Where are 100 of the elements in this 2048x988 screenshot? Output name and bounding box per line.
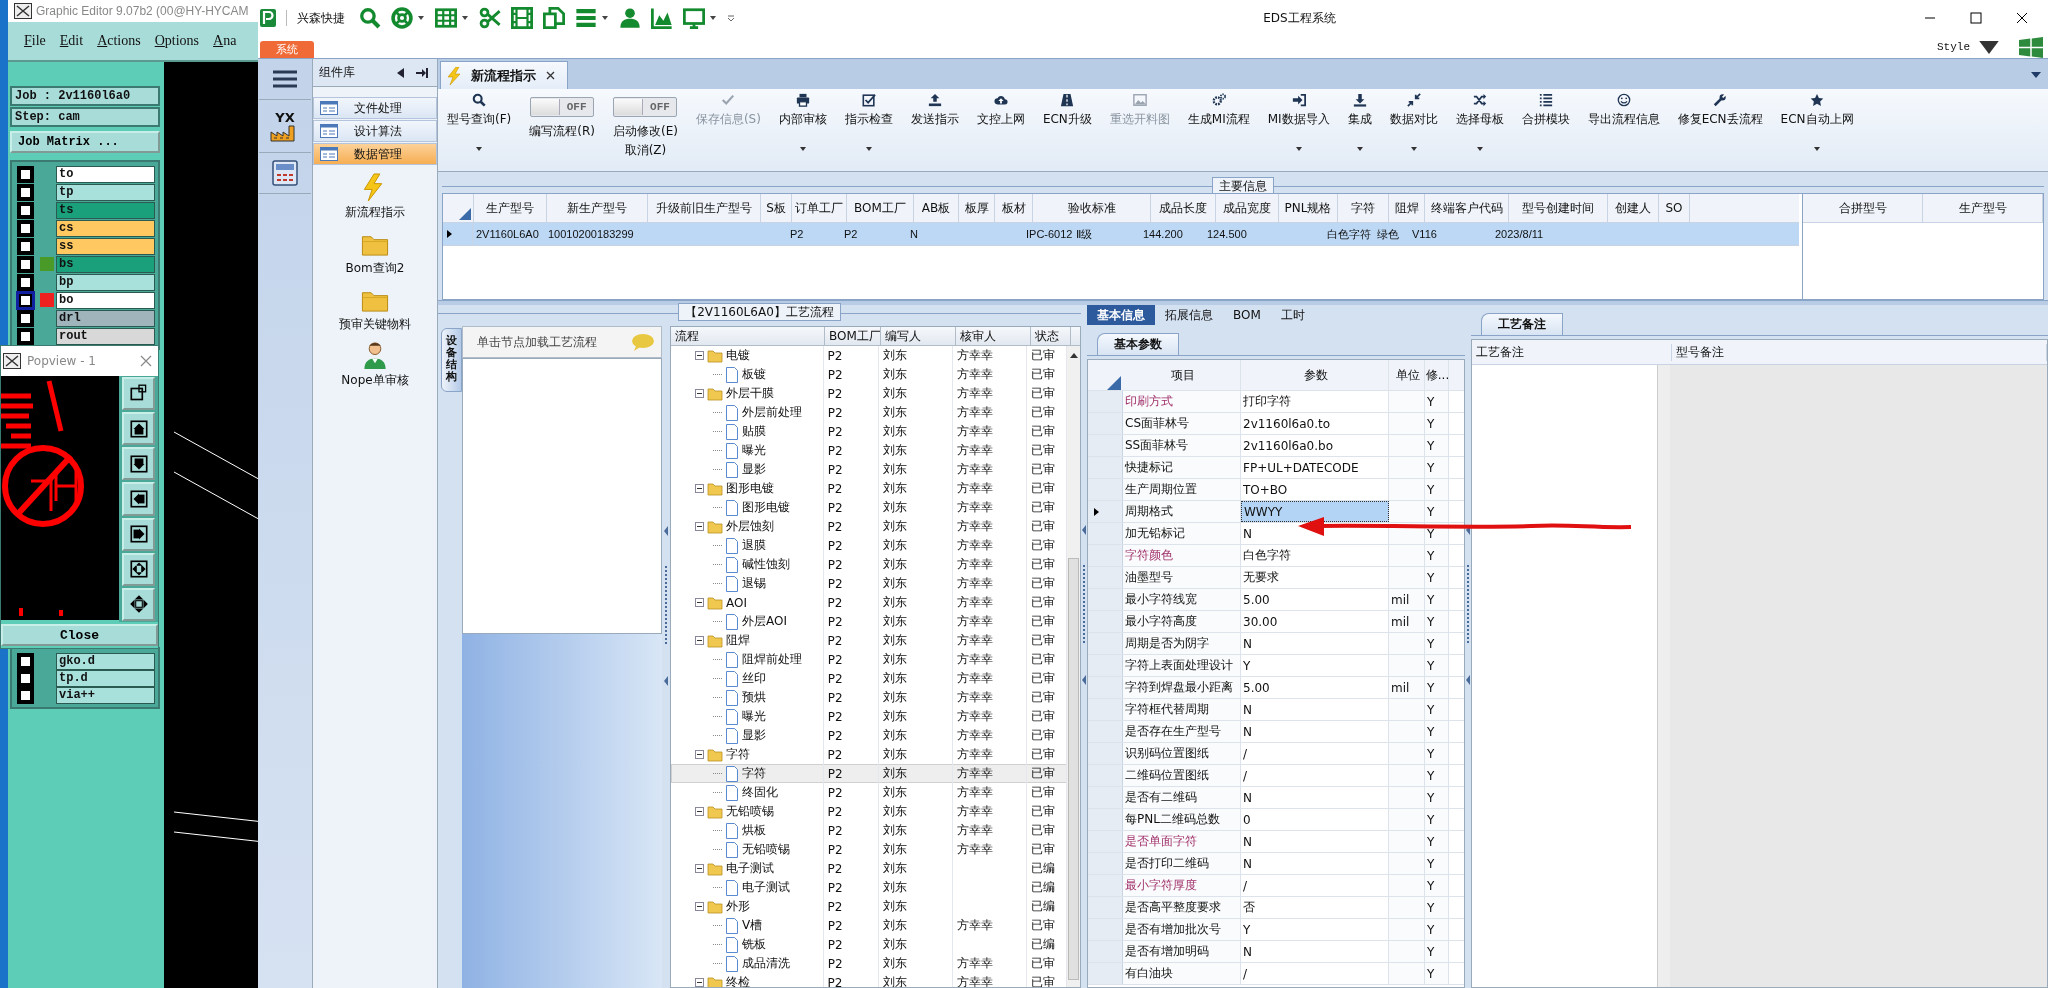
tree-row[interactable]: AOI P2 刘东 方幸幸 已审 <box>671 593 1067 612</box>
tree-row[interactable]: 外层干膜 P2 刘东 方幸幸 已审 <box>671 384 1067 403</box>
tool-button[interactable] <box>122 447 155 481</box>
menu-item[interactable]: File <box>24 33 46 49</box>
collapse-icon[interactable] <box>695 484 704 493</box>
layer-row[interactable]: drl <box>15 310 155 326</box>
ribbon-button[interactable]: 生成MI流程 <box>1178 89 1259 171</box>
ribbon-button[interactable]: 选择母板 <box>1446 89 1513 171</box>
table-row[interactable]: 周期是否为阴字 N Y <box>1088 633 1464 655</box>
collapse-icon[interactable] <box>695 807 704 816</box>
tree-row[interactable]: 电子测试 P2 刘东 已编 <box>671 859 1067 878</box>
side-tab[interactable]: 设备结构 <box>441 328 462 392</box>
layer-row[interactable]: ts <box>15 202 155 218</box>
tree-row[interactable]: 丝印 P2 刘东 方幸幸 已审 <box>671 669 1067 688</box>
copy-icon[interactable] <box>543 7 565 29</box>
column-header[interactable]: 升级前旧生产型号 <box>648 194 761 222</box>
layer-row[interactable]: ss <box>15 238 155 254</box>
tool-button[interactable] <box>122 412 155 446</box>
collapse-icon[interactable] <box>695 902 704 911</box>
caret-icon[interactable] <box>601 15 609 21</box>
ribbon-button[interactable]: ECN自动上网 <box>1771 89 1863 171</box>
table-row[interactable]: 最小字符高度 30.00 mil Y <box>1088 611 1464 633</box>
tree-row[interactable]: 成品清洗 P2 刘东 方幸幸 已审 <box>671 954 1067 973</box>
panel-group[interactable]: 设计算法 <box>313 120 437 142</box>
tree-row[interactable]: 显影 P2 刘东 方幸幸 已审 <box>671 726 1067 745</box>
layer-name[interactable]: bo <box>56 291 155 309</box>
column-header[interactable]: 工艺备注 <box>1472 343 1672 361</box>
layer-checkbox[interactable] <box>19 654 32 668</box>
collapse-icon[interactable] <box>695 864 704 873</box>
column-header[interactable]: 流程 <box>671 327 825 345</box>
tree-row[interactable]: 阻焊 P2 刘东 方幸幸 已审 <box>671 631 1067 650</box>
layer-checkbox[interactable] <box>19 221 32 235</box>
table-row[interactable]: 字符上表面处理设计 Y Y <box>1088 655 1464 677</box>
panel-item[interactable]: 预审关键物料 <box>313 285 437 333</box>
tree-row[interactable]: 预烘 P2 刘东 方幸幸 已审 <box>671 688 1067 707</box>
panel-item[interactable]: 新流程指示 <box>313 173 437 221</box>
tab[interactable]: 基本参数 <box>1097 333 1179 355</box>
windows-logo-icon[interactable] <box>2018 36 2044 58</box>
tool-button[interactable] <box>122 552 155 586</box>
tree-row[interactable]: 字符 P2 刘东 方幸幸 已审 <box>671 764 1067 783</box>
panel-group[interactable]: 数据管理 <box>313 143 437 165</box>
layer-row[interactable]: tp <box>15 184 155 200</box>
tool-button[interactable] <box>122 482 155 516</box>
tree-row[interactable]: 曝光 P2 刘东 方幸幸 已审 <box>671 441 1067 460</box>
caret-icon[interactable] <box>709 15 717 21</box>
table-row[interactable]: 是否存在生产型号 N Y <box>1088 721 1464 743</box>
layer-checkbox[interactable] <box>19 203 32 217</box>
column-header[interactable]: 成品长度 <box>1151 194 1216 222</box>
tree-row[interactable]: 阻焊前处理 P2 刘东 方幸幸 已审 <box>671 650 1067 669</box>
tree-row[interactable]: 终固化 P2 刘东 方幸幸 已审 <box>671 783 1067 802</box>
layer-row[interactable]: bp <box>15 274 155 290</box>
layer-name[interactable]: cs <box>56 219 155 237</box>
column-header[interactable]: 型号创建时间 <box>1509 194 1608 222</box>
column-header[interactable]: 成品宽度 <box>1216 194 1279 222</box>
layer-row[interactable]: bo <box>15 292 155 308</box>
column-header[interactable]: 编写人 <box>881 327 956 345</box>
maximize-icon[interactable] <box>1970 12 1982 24</box>
tab[interactable]: 拓展信息 <box>1155 305 1223 325</box>
tree-row[interactable]: 图形电镀 P2 刘东 方幸幸 已审 <box>671 479 1067 498</box>
tree-row[interactable]: 外层蚀刻 P2 刘东 方幸幸 已审 <box>671 517 1067 536</box>
customize-icon[interactable] <box>727 14 735 22</box>
layer-row[interactable]: tp.d <box>15 670 155 686</box>
layer-name[interactable]: bs <box>56 255 155 273</box>
tree-row[interactable]: 曝光 P2 刘东 方幸幸 已审 <box>671 707 1067 726</box>
panel-item[interactable]: Bom查询2 <box>313 229 437 277</box>
table-row[interactable]: 二维码位置图纸 / Y <box>1088 765 1464 787</box>
tree-row[interactable]: 无铅喷锡 P2 刘东 方幸幸 已审 <box>671 802 1067 821</box>
ribbon-button[interactable]: 文控上网 <box>967 89 1034 171</box>
table-icon[interactable] <box>435 7 457 29</box>
column-header[interactable]: 阻焊 <box>1389 194 1425 222</box>
tree-row[interactable]: 显影 P2 刘东 方幸幸 已审 <box>671 460 1067 479</box>
list-icon[interactable] <box>575 7 597 29</box>
job-matrix-button[interactable]: Job Matrix ... <box>10 131 160 153</box>
tool-button[interactable] <box>122 587 155 621</box>
table-row[interactable]: 识别码位置图纸 / Y <box>1088 743 1464 765</box>
layer-checkbox[interactable] <box>19 311 32 325</box>
column-header[interactable]: 新生产型号 <box>547 194 648 222</box>
table-row[interactable]: 印刷方式 打印字符 Y <box>1088 391 1464 413</box>
table-row[interactable]: 是否有增加明码 N Y <box>1088 941 1464 963</box>
collapse-icon[interactable] <box>695 636 704 645</box>
collapse-icon[interactable] <box>695 389 704 398</box>
column-header[interactable]: 生产型号 <box>1923 194 2043 222</box>
tree-row[interactable]: 图形电镀 P2 刘东 方幸幸 已审 <box>671 498 1067 517</box>
ribbon-button[interactable]: ECN升级 <box>1033 89 1101 171</box>
collapse-icon[interactable] <box>695 522 704 531</box>
layer-name[interactable]: bp <box>56 273 155 291</box>
column-header[interactable]: 型号备注 <box>1672 343 2047 361</box>
layer-checkbox[interactable] <box>19 167 32 181</box>
collapse-icon[interactable] <box>695 351 704 360</box>
user-icon[interactable] <box>619 7 641 29</box>
layer-name[interactable]: to <box>56 165 155 183</box>
scissors-icon[interactable] <box>479 7 501 29</box>
tree-row[interactable]: 无铅喷锡 P2 刘东 方幸幸 已审 <box>671 840 1067 859</box>
table-row[interactable]: 周期格式 WWYY Y <box>1088 501 1464 523</box>
scrollbar[interactable] <box>1067 346 1080 987</box>
tab[interactable]: 工艺备注 <box>1481 313 1563 335</box>
toggle-switch[interactable]: OFF <box>530 97 595 117</box>
layer-row[interactable]: via++ <box>15 687 155 703</box>
tree-row[interactable]: 退锡 P2 刘东 方幸幸 已审 <box>671 574 1067 593</box>
layer-name[interactable]: gko.d <box>56 652 155 670</box>
